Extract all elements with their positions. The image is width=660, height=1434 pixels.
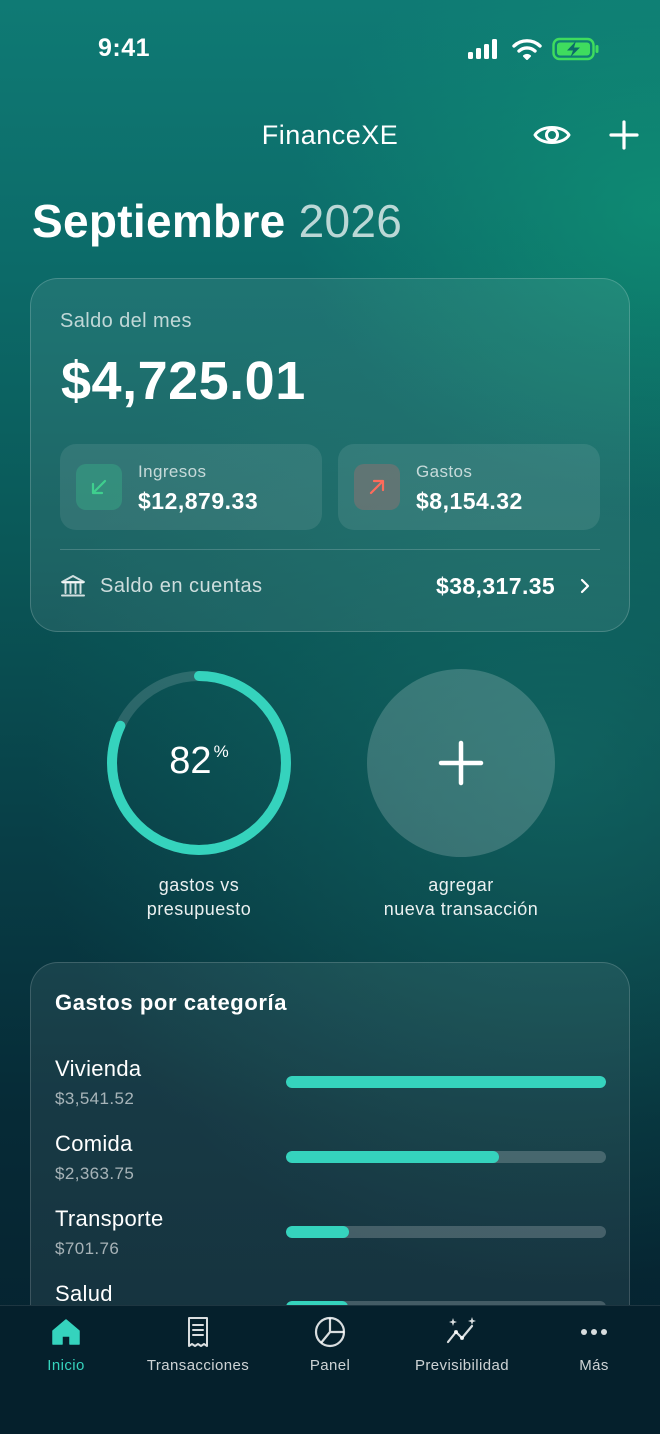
tab-label: Previsibilidad [415,1357,509,1374]
category-name[interactable]: Comida [55,1131,133,1157]
expense-value: $8,154.32 [416,488,523,514]
card-divider [60,549,600,550]
category-name[interactable]: Transporte [55,1206,164,1232]
expense-label: Gastos [416,462,473,481]
income-card[interactable]: Ingresos $12,879.33 [60,444,322,530]
status-time: 9:41 [98,34,151,62]
budget-percent-value: 82 [169,740,212,782]
arrow-down-left-icon [76,464,122,510]
arrow-up-right-icon [354,464,400,510]
battery-charging-icon [552,37,599,61]
add-transaction-caption: agregar nueva transacción [340,873,582,921]
category-bar [286,1226,606,1238]
tab-label: Inicio [47,1357,85,1374]
tab-panel[interactable]: Panel [264,1305,396,1395]
eye-icon[interactable] [532,118,572,152]
tab-transacciones[interactable]: Transacciones [132,1305,264,1395]
balance-amount: $4,725.01 [61,351,306,411]
category-amount: $701.76 [55,1239,120,1258]
category-bar [286,1151,606,1163]
wifi-icon [512,39,542,60]
bank-icon [60,573,86,599]
tab-label: Panel [309,1357,351,1374]
category-amount: $2,363.75 [55,1164,135,1183]
category-name[interactable]: Vivienda [55,1056,141,1082]
period-year: 2026 [298,195,403,247]
add-caption-line2: nueva transacción [383,899,539,919]
pie-chart-icon [313,1315,347,1349]
category-name[interactable]: Salud [55,1281,113,1307]
expense-card[interactable]: Gastos $8,154.32 [338,444,600,530]
sparkle-chart-icon [445,1315,479,1349]
tab-label: Más [579,1357,609,1374]
accounts-label[interactable]: Saldo en cuentas [100,575,263,598]
tab-label: Transacciones [146,1357,250,1374]
tab-mas[interactable]: Más [528,1305,660,1395]
more-icon [577,1315,611,1349]
status-icons [466,36,600,62]
budget-caption: gastos vs presupuesto [104,873,294,921]
category-bar-fill [286,1226,350,1238]
home-icon [49,1315,83,1349]
tab-previsibilidad[interactable]: Previsibilidad [396,1305,528,1395]
signal-icon [468,39,497,59]
tab-inicio[interactable]: Inicio [0,1305,132,1395]
income-value: $12,879.33 [138,488,259,514]
add-caption-line1: agregar [428,875,494,895]
period-month: Septiembre [32,195,286,247]
accounts-value[interactable]: $38,317.35 [436,573,555,600]
plus-icon[interactable] [606,117,642,153]
balance-label: Saldo del mes [60,310,192,332]
chevron-right-icon[interactable] [578,576,592,596]
receipt-icon [181,1315,215,1349]
budget-caption-line1: gastos vs [158,875,240,895]
period-title: Septiembre 2026 [32,194,402,248]
category-amount: $3,541.52 [55,1089,135,1108]
budget-percent-unit: % [213,742,229,761]
budget-caption-line2: presupuesto [146,899,252,919]
income-label: Ingresos [138,462,207,481]
category-bar-fill [286,1076,606,1088]
categories-title: Gastos por categoría [55,990,288,1015]
budget-percent: 82% [104,740,294,783]
plus-icon [438,740,484,786]
category-bar-fill [286,1151,500,1163]
add-transaction-button[interactable] [367,669,555,857]
category-bar [286,1076,606,1088]
